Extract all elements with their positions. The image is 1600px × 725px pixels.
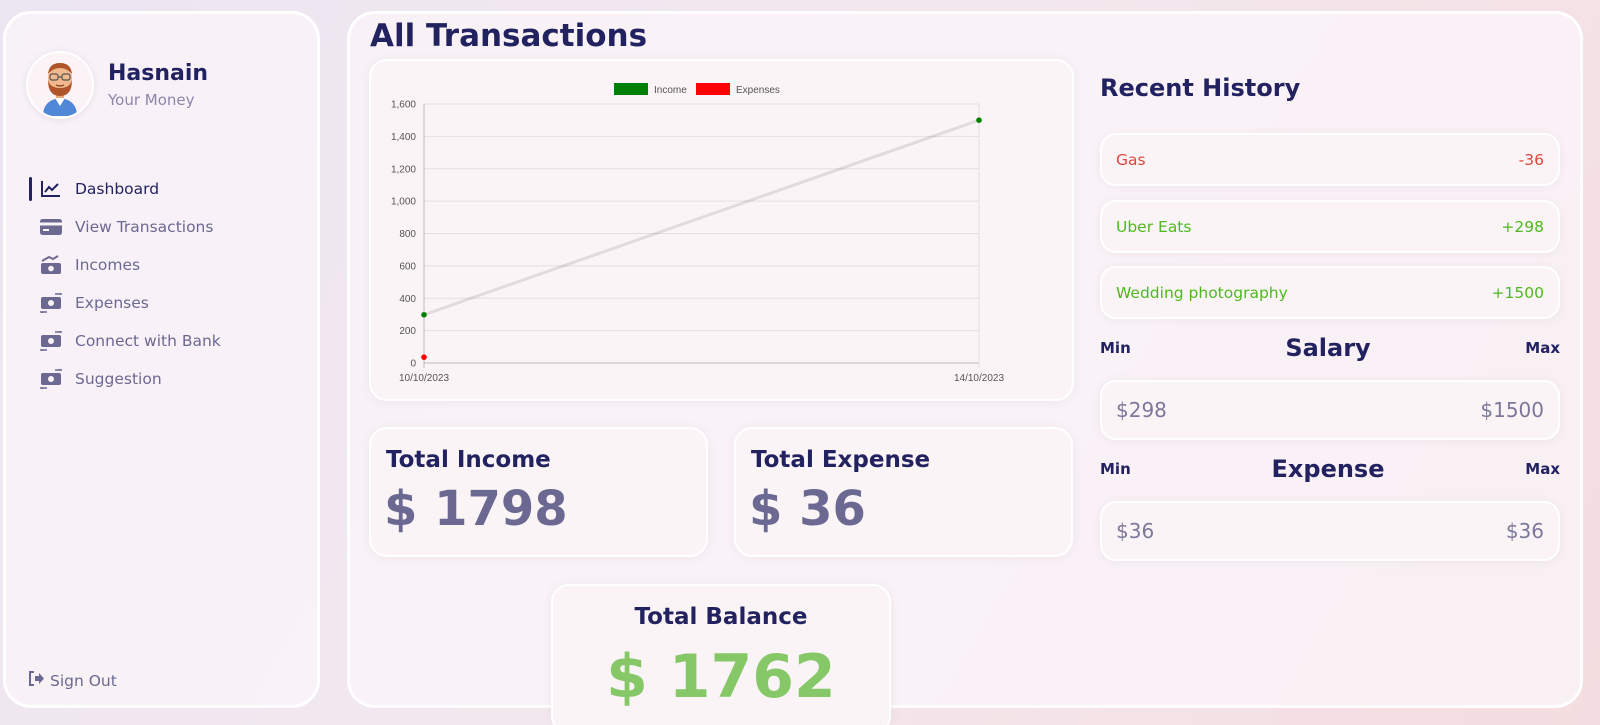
total-expense-card: Total Expense $ 36 [734,427,1073,557]
nav-label: Dashboard [75,180,160,198]
profile: Hasnain Your Money [26,51,208,119]
profile-subtitle: Your Money [108,91,195,109]
total-income-title: Total Income [386,447,551,473]
transactions-chart: 0 200 400 600 800 1,000 1,200 1,400 1,600 10/10/2… [369,59,1074,401]
salary-title: Salary [1285,334,1371,362]
nav-label: Expenses [75,294,149,312]
y-tick-label: 800 [399,229,416,240]
nav-label: Connect with Bank [75,332,221,350]
recent-history-title: Recent History [1100,74,1301,102]
expense-min-label: Min [1100,460,1131,478]
nav-item-incomes[interactable]: Incomes [26,246,306,284]
nav-item-dashboard[interactable]: Dashboard [26,170,306,208]
expense-min-value: $36 [1116,519,1155,543]
total-balance-title: Total Balance [634,604,808,630]
history-item-name: Uber Eats [1116,217,1192,236]
y-tick-label: 600 [399,261,416,272]
data-point [421,311,427,318]
expense-max-label: Max [1525,460,1560,478]
y-tick-label: 1,600 [391,100,416,111]
salary-max-value: $1500 [1480,398,1544,422]
money-bill-transfer-icon [40,368,62,390]
chart-line-icon [40,178,62,200]
total-balance-card: Total Balance $ 1762 [551,584,891,725]
y-tick-label: 1,200 [391,164,416,175]
total-expense-title: Total Expense [751,447,931,473]
salary-range-header: Min Salary Max [1100,334,1560,362]
money-bill-trend-up-icon [40,254,62,276]
profile-name: Hasnain [108,61,209,86]
y-tick-label: 400 [399,294,416,305]
nav-label: Suggestion [75,370,162,388]
history-item-name: Gas [1116,150,1146,169]
salary-range-box: $298 $1500 [1100,380,1560,440]
history-item: Uber Eats +298 [1100,200,1560,253]
legend-label: Income [654,85,687,96]
x-tick-label: 14/10/2023 [954,373,1004,384]
expense-range-title: Expense [1271,455,1385,483]
history-item-amount: -36 [1518,150,1544,169]
y-tick-label: 0 [410,359,416,370]
total-expense-value: $ 36 [749,481,866,537]
expense-max-value: $36 [1505,519,1544,543]
history-item: Wedding photography +1500 [1100,266,1560,319]
salary-min-label: Min [1100,339,1131,357]
sidebar: Hasnain Your Money Dashboard View Transa… [3,11,320,708]
total-income-value: $ 1798 [384,481,568,537]
sign-out-button[interactable]: Sign Out [28,671,117,690]
expense-range-header: Min Expense Max [1100,455,1560,483]
total-balance-value: $ 1762 [606,642,836,712]
series-line [423,118,980,317]
y-tick-label: 200 [399,326,416,337]
total-income-card: Total Income $ 1798 [369,427,708,557]
nav-item-expenses[interactable]: Expenses [26,284,306,322]
legend-label: Expenses [736,85,780,96]
nav-menu: Dashboard View Transactions Incomes Expe… [26,170,306,398]
history-item-name: Wedding photography [1116,283,1288,302]
x-tick-label: 10/10/2023 [399,373,449,384]
chart-svg: 0 200 400 600 800 1,000 1,200 1,400 1,600 10/10/2… [391,83,1004,384]
avatar [26,51,94,119]
y-tick-label: 1,400 [391,132,416,143]
money-bill-transfer-icon [40,292,62,314]
nav-item-suggestion[interactable]: Suggestion [26,360,306,398]
history-item: Gas -36 [1100,133,1560,186]
legend-swatch [614,83,648,95]
expense-range-box: $36 $36 [1100,501,1560,561]
sign-out-icon [28,671,45,690]
history-item-amount: +298 [1501,217,1544,236]
salary-max-label: Max [1525,339,1560,357]
legend-swatch [696,83,730,95]
sign-out-label: Sign Out [50,671,117,690]
history-item-amount: +1500 [1491,283,1544,302]
page-title: All Transactions [370,18,648,54]
nav-item-view-transactions[interactable]: View Transactions [26,208,306,246]
data-point [976,117,982,123]
nav-label: Incomes [75,256,141,274]
salary-min-value: $298 [1116,398,1167,422]
nav-item-connect-with-bank[interactable]: Connect with Bank [26,322,306,360]
credit-card-icon [40,216,62,238]
y-tick-label: 1,000 [391,197,416,208]
data-point [421,354,427,360]
money-bill-transfer-icon [40,330,62,352]
nav-label: View Transactions [75,218,214,236]
